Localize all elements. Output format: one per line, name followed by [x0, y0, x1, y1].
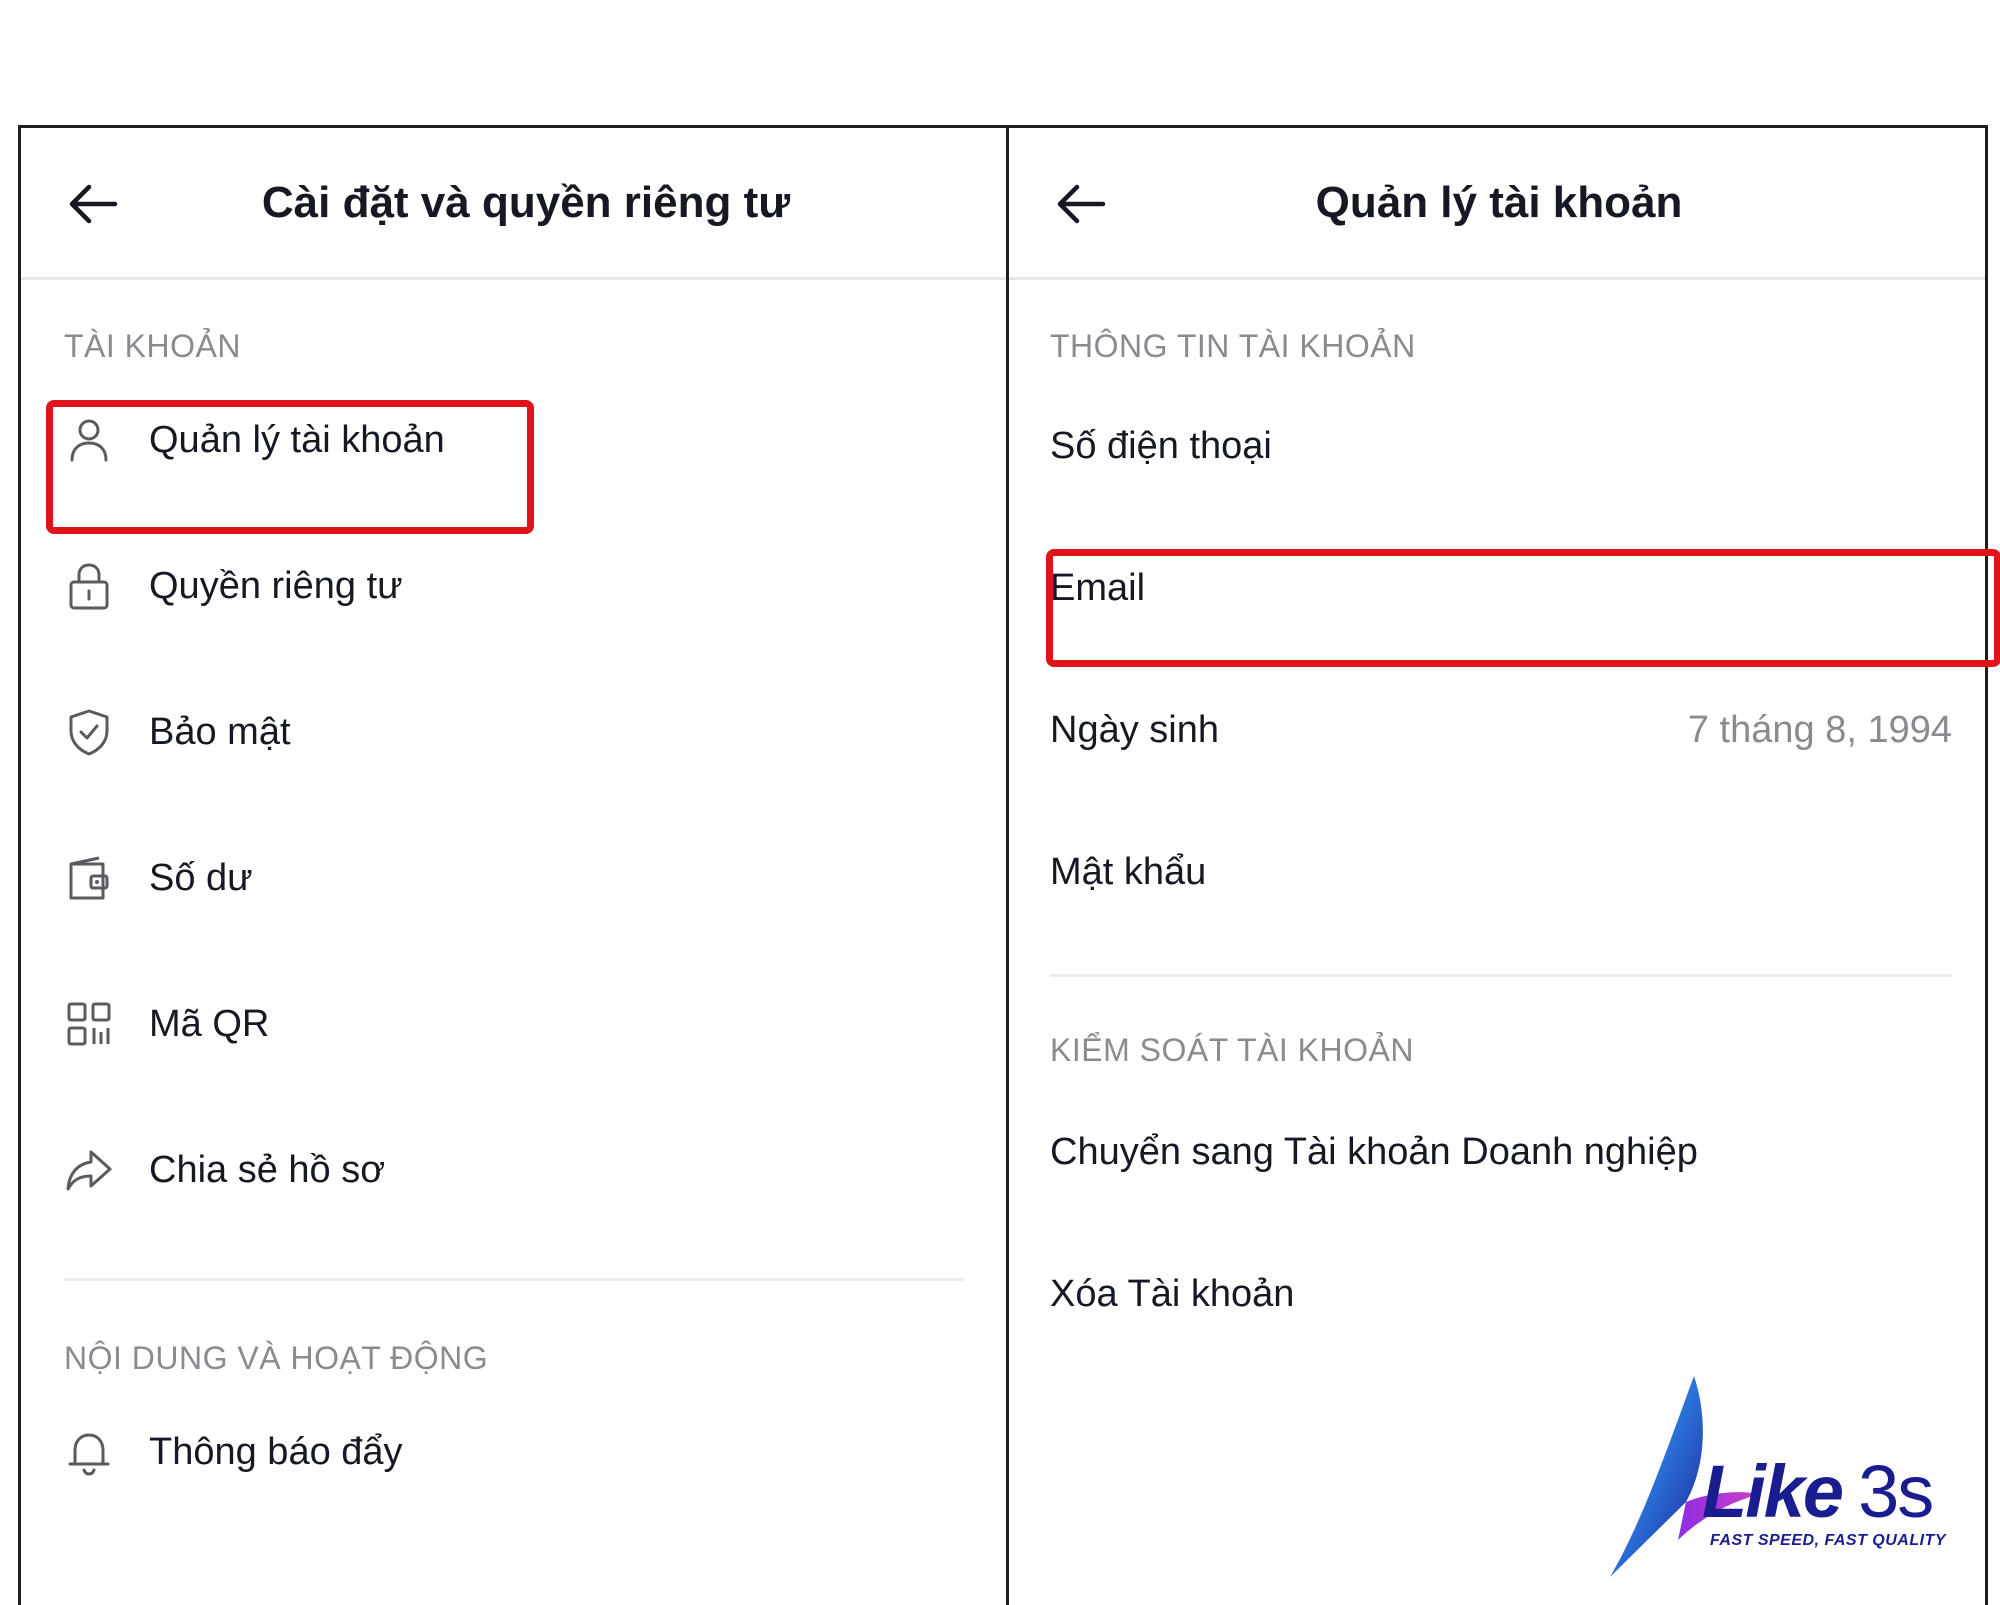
menu-item-label: Quyền riêng tư: [149, 565, 403, 607]
row-label: Chuyển sang Tài khoản Doanh nghiệp: [1050, 1130, 1698, 1173]
section-label-account: TÀI KHOẢN: [64, 328, 241, 364]
share-arrow-icon: [61, 1142, 117, 1198]
menu-item-share-profile[interactable]: Chia sẻ hồ sơ: [61, 1122, 385, 1218]
menu-item-privacy[interactable]: Quyền riêng tư: [61, 538, 403, 634]
wallet-icon: [61, 850, 117, 906]
section-divider: [64, 1278, 964, 1281]
row-label: Ngày sinh: [1050, 708, 1219, 751]
menu-item-manage-account[interactable]: Quản lý tài khoản: [61, 392, 445, 488]
menu-item-label: Quản lý tài khoản: [149, 419, 445, 461]
row-delete-account[interactable]: Xóa Tài khoản: [1050, 1246, 1952, 1342]
row-password[interactable]: Mật khẩu: [1050, 824, 1952, 920]
menu-item-label: Bảo mật: [149, 711, 291, 753]
settings-privacy-panel: Cài đặt và quyền riêng tư TÀI KHOẢN Quản…: [21, 128, 1006, 1605]
logo-tagline: FAST SPEED, FAST QUALITY: [1710, 1532, 1947, 1549]
row-email[interactable]: Email: [1050, 540, 1952, 636]
person-icon: [61, 412, 117, 468]
section-divider: [1050, 974, 1952, 977]
settings-header: Cài đặt và quyền riêng tư: [21, 128, 1006, 280]
row-label: Số điện thoại: [1050, 424, 1272, 467]
row-birthday[interactable]: Ngày sinh 7 tháng 8, 1994: [1050, 682, 1952, 778]
qr-code-icon: [61, 996, 117, 1052]
section-label-account-control: KIỂM SOÁT TÀI KHOẢN: [1050, 1032, 1414, 1068]
page-title: Cài đặt và quyền riêng tư: [261, 178, 791, 227]
row-phone-number[interactable]: Số điện thoại: [1050, 398, 1952, 494]
menu-item-label: Chia sẻ hồ sơ: [149, 1149, 386, 1191]
menu-item-label: Mã QR: [149, 1003, 270, 1045]
logo-brand-text: Like 3s: [1702, 1450, 1934, 1533]
like3s-logo: Like 3s FAST SPEED, FAST QUALITY: [1590, 1372, 1990, 1582]
menu-item-balance[interactable]: Số dư: [61, 830, 253, 926]
bell-icon: [61, 1424, 117, 1480]
menu-item-security[interactable]: Bảo mật: [61, 684, 291, 780]
menu-item-label: Số dư: [149, 857, 253, 899]
row-value: 7 tháng 8, 1994: [1687, 708, 1952, 751]
row-label: Mật khẩu: [1050, 850, 1207, 893]
row-switch-business-account[interactable]: Chuyển sang Tài khoản Doanh nghiệp: [1050, 1104, 1952, 1200]
menu-item-label: Thông báo đẩy: [149, 1431, 403, 1473]
shield-check-icon: [61, 704, 117, 760]
row-label: Email: [1050, 566, 1146, 609]
menu-item-qr-code[interactable]: Mã QR: [61, 976, 269, 1072]
section-label-content-activity: NỘI DUNG VÀ HOẠT ĐỘNG: [64, 1340, 489, 1376]
page-title: Quản lý tài khoản: [1315, 178, 1683, 227]
section-label-account-info: THÔNG TIN TÀI KHOẢN: [1050, 328, 1416, 364]
lock-icon: [61, 558, 117, 614]
row-label: Xóa Tài khoản: [1050, 1272, 1295, 1315]
menu-item-push-notifications[interactable]: Thông báo đẩy: [61, 1404, 403, 1500]
manage-account-header: Quản lý tài khoản: [1009, 128, 1985, 280]
